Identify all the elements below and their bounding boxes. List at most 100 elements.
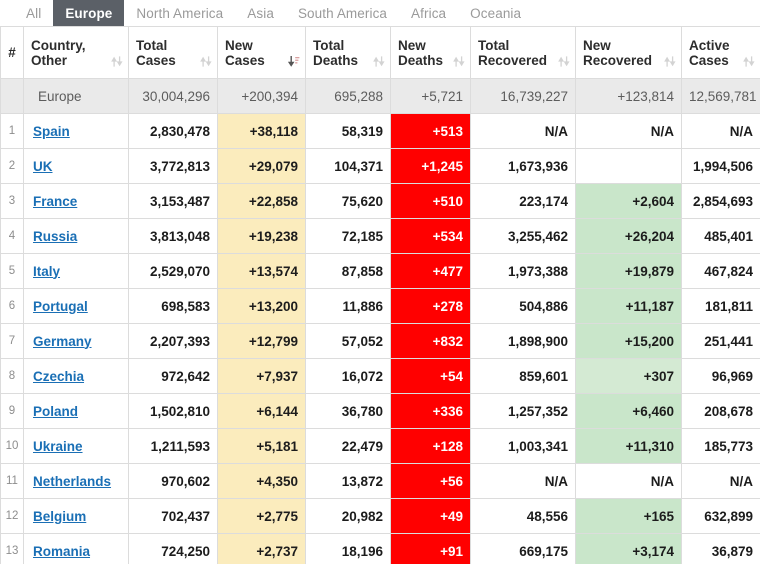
row-country-cell[interactable]: UK [23,148,129,184]
row-total-cases: 972,642 [128,358,218,394]
row-country-cell[interactable]: Italy [23,253,129,289]
summary-total-recovered: 16,739,227 [470,78,576,114]
row-total-cases: 2,830,478 [128,113,218,149]
column-header-label: New Deaths [398,37,444,68]
table-row: 3 France 3,153,487 +22,858 75,620 +510 223,174… [0,183,760,219]
row-total-recovered: 669,175 [470,533,576,564]
country-link[interactable]: Ukraine [33,439,83,454]
column-header-rank[interactable]: # [0,26,24,79]
row-new-deaths: +1,245 [390,148,471,184]
country-link[interactable]: Russia [33,229,77,244]
row-new-recovered: N/A [575,463,682,499]
column-header-total-cases[interactable]: Total Cases [128,26,218,79]
row-country-cell[interactable]: Portugal [23,288,129,324]
country-link[interactable]: Poland [33,404,78,419]
country-link[interactable]: Belgium [33,509,86,524]
column-header-label: Total Deaths [313,37,359,68]
row-country-cell[interactable]: Czechia [23,358,129,394]
column-header-active-cases[interactable]: Active Cases [681,26,760,79]
country-link[interactable]: Romania [33,544,90,559]
continent-tab-africa[interactable]: Africa [399,0,458,26]
row-new-cases: +6,144 [217,393,306,429]
row-rank: 7 [0,323,24,359]
row-rank: 10 [0,428,24,464]
row-total-recovered: 504,886 [470,288,576,324]
country-link[interactable]: France [33,194,77,209]
row-total-cases: 3,153,487 [128,183,218,219]
row-country-cell[interactable]: Ukraine [23,428,129,464]
row-active-cases: 632,899 [681,498,760,534]
sort-descending-icon[interactable] [288,55,300,68]
table-row: 1 Spain 2,830,478 +38,118 58,319 +513 N/A N/A N/… [0,113,760,149]
column-header-total-deaths[interactable]: Total Deaths [305,26,391,79]
sort-toggle-icon[interactable] [373,55,385,68]
continent-tab-asia[interactable]: Asia [235,0,286,26]
row-rank: 12 [0,498,24,534]
row-new-recovered: +11,310 [575,428,682,464]
row-total-cases: 2,529,070 [128,253,218,289]
continent-tab-europe[interactable]: Europe [53,0,125,26]
continent-tab-bar: All Europe North America Asia South America A… [0,0,760,26]
row-total-deaths: 22,479 [305,428,391,464]
row-total-cases: 2,207,393 [128,323,218,359]
continent-tab-south-america[interactable]: South America [286,0,399,26]
column-header-new-deaths[interactable]: New Deaths [390,26,471,79]
row-new-recovered [575,148,682,184]
continent-tab-all[interactable]: All [14,0,53,26]
summary-new-deaths: +5,721 [390,78,471,114]
row-new-cases: +2,775 [217,498,306,534]
column-header-label: Active Cases [689,37,730,68]
row-total-recovered: 1,003,341 [470,428,576,464]
column-header-total-recovered[interactable]: Total Recovered [470,26,576,79]
column-header-label: Total Recovered [478,37,548,68]
row-country-cell[interactable]: Belgium [23,498,129,534]
row-rank: 1 [0,113,24,149]
row-country-cell[interactable]: France [23,183,129,219]
sort-toggle-icon[interactable] [743,55,755,68]
row-total-recovered: 223,174 [470,183,576,219]
column-header-new-cases[interactable]: New Cases [217,26,306,79]
row-total-recovered: N/A [470,113,576,149]
column-header-label: New Cases [225,37,265,68]
row-country-cell[interactable]: Romania [23,533,129,564]
country-link[interactable]: UK [33,159,53,174]
country-link[interactable]: Czechia [33,369,84,384]
sort-toggle-icon[interactable] [453,55,465,68]
table-row: 4 Russia 3,813,048 +19,238 72,185 +534 3,255,4… [0,218,760,254]
row-new-deaths: +54 [390,358,471,394]
sort-toggle-icon[interactable] [558,55,570,68]
table-row: 10 Ukraine 1,211,593 +5,181 22,479 +128 1,003,… [0,428,760,464]
country-link[interactable]: Italy [33,264,60,279]
column-header-country[interactable]: Country, Other [23,26,129,79]
sort-toggle-icon[interactable] [111,55,123,68]
row-total-cases: 3,813,048 [128,218,218,254]
row-new-recovered: +19,879 [575,253,682,289]
row-country-cell[interactable]: Netherlands [23,463,129,499]
row-active-cases: 36,879 [681,533,760,564]
row-rank: 5 [0,253,24,289]
country-link[interactable]: Germany [33,334,92,349]
column-header-new-recovered[interactable]: New Recovered [575,26,682,79]
row-new-cases: +13,200 [217,288,306,324]
row-rank: 13 [0,533,24,564]
row-country-cell[interactable]: Russia [23,218,129,254]
row-new-cases: +7,937 [217,358,306,394]
continent-tab-oceania[interactable]: Oceania [458,0,533,26]
country-link[interactable]: Spain [33,124,70,139]
row-active-cases: 251,441 [681,323,760,359]
row-rank: 8 [0,358,24,394]
row-rank: 4 [0,218,24,254]
sort-toggle-icon[interactable] [664,55,676,68]
row-total-recovered: 48,556 [470,498,576,534]
country-link[interactable]: Netherlands [33,474,111,489]
row-country-cell[interactable]: Spain [23,113,129,149]
country-link[interactable]: Portugal [33,299,88,314]
row-total-cases: 698,583 [128,288,218,324]
sort-toggle-icon[interactable] [200,55,212,68]
row-country-cell[interactable]: Germany [23,323,129,359]
row-new-cases: +22,858 [217,183,306,219]
row-new-cases: +12,799 [217,323,306,359]
row-new-cases: +2,737 [217,533,306,564]
row-country-cell[interactable]: Poland [23,393,129,429]
continent-tab-north-america[interactable]: North America [124,0,235,26]
